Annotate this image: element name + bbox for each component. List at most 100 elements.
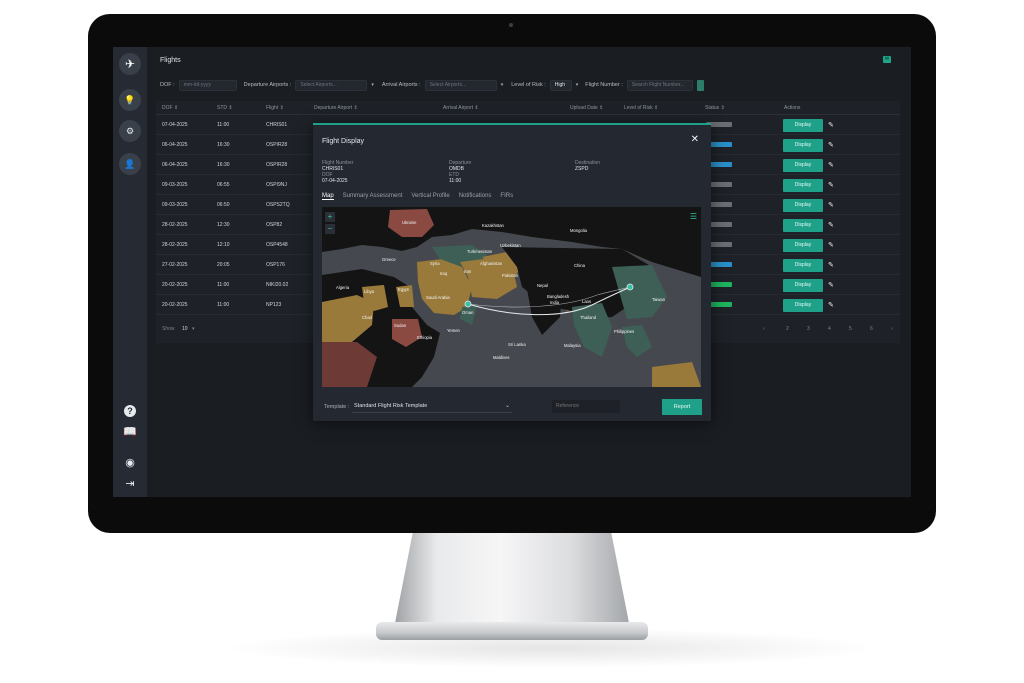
column-header[interactable]: Departure Airport ⇕ (314, 105, 358, 111)
route-map[interactable]: Ukraine Kazakhstan Mongolia Turkmenistan Uzb… (322, 207, 701, 387)
display-button[interactable]: Display (783, 159, 823, 172)
pagination-page[interactable]: 5 (849, 326, 852, 332)
flight-number-search-input[interactable]: Search Flight Number... (626, 79, 693, 91)
settings-icon[interactable]: ⚙ (119, 120, 141, 142)
pagination-prev[interactable]: ‹ (763, 326, 765, 332)
std-cell: 06:50 (217, 202, 230, 208)
template-value: Standard Flight Risk Template (354, 403, 428, 409)
risk-filter-select[interactable]: High (549, 79, 572, 91)
column-header[interactable]: Arrival Airport ⇕ (443, 105, 479, 111)
map-label-philippines: Philippines (614, 329, 634, 334)
display-button[interactable]: Display (783, 299, 823, 312)
column-header[interactable]: Status ⇕ (705, 105, 725, 111)
map-label-laos: Laos (582, 299, 591, 304)
pagination-next[interactable]: › (891, 326, 893, 332)
display-button[interactable]: Display (783, 119, 823, 132)
dof-filter-input[interactable]: mm-dd-yyyy (178, 79, 237, 91)
reference-input[interactable] (552, 400, 620, 413)
close-icon[interactable]: ✕ (691, 134, 699, 145)
edit-icon[interactable]: ✎ (828, 281, 834, 289)
edit-icon[interactable]: ✎ (828, 221, 834, 229)
zoom-out-button[interactable]: − (325, 224, 335, 234)
column-header[interactable]: DOF ⇕ (162, 105, 178, 111)
layers-icon[interactable]: ☰ (690, 212, 697, 221)
edit-icon[interactable]: ✎ (828, 121, 834, 129)
destination-marker[interactable] (626, 283, 634, 291)
chevron-down-icon[interactable]: ⌄ (505, 400, 510, 413)
column-header[interactable]: Level of Risk ⇕ (624, 105, 658, 111)
display-button[interactable]: Display (783, 239, 823, 252)
risk-filter-label: Level of Risk : (511, 82, 546, 88)
chevron-down-icon[interactable]: ▾ (371, 82, 374, 88)
display-button[interactable]: Display (783, 179, 823, 192)
map-label-libya: Libya (364, 289, 375, 294)
profile-icon[interactable]: ◉ (122, 454, 138, 470)
tab-notifications[interactable]: Notifications (459, 193, 492, 200)
std-cell: 06:55 (217, 182, 230, 188)
edit-icon[interactable]: ✎ (828, 201, 834, 209)
std-cell: 16:30 (217, 142, 230, 148)
pagination-page[interactable]: 6 (870, 326, 873, 332)
dof-filter-label: DOF : (160, 82, 175, 88)
column-header[interactable]: STD ⇕ (217, 105, 233, 111)
std-cell: 20:05 (217, 262, 230, 268)
table-header: DOF ⇕ STD ⇕ Flight ⇕ Departure Airport ⇕… (156, 101, 900, 115)
flight-cell: OSP4548 (266, 242, 288, 248)
edit-icon[interactable]: ✎ (828, 141, 834, 149)
departure-marker[interactable] (464, 300, 472, 308)
chevron-down-icon[interactable]: ▾ (501, 82, 504, 88)
report-button[interactable]: Report (662, 399, 702, 415)
dof-cell: 27-02-2025 (162, 262, 188, 268)
edit-icon[interactable]: ✎ (828, 301, 834, 309)
flight-cell: OSP82 (266, 222, 283, 228)
column-header[interactable]: Upload Date ⇕ (570, 105, 603, 111)
map-label-algeria: Algeria (336, 285, 350, 290)
display-button[interactable]: Display (783, 139, 823, 152)
search-button[interactable] (696, 79, 704, 91)
tab-map[interactable]: Map (322, 193, 334, 200)
departure-filter-select[interactable]: Select Airports... (295, 79, 368, 91)
dof-cell: 09-03-2025 (162, 202, 188, 208)
pagination-page[interactable]: 3 (807, 326, 810, 332)
edit-icon[interactable]: ✎ (828, 181, 834, 189)
notification-icon[interactable]: ✉ (883, 56, 891, 63)
edit-icon[interactable]: ✎ (828, 241, 834, 249)
webcam-dot (509, 23, 513, 27)
map-label-sri-lanka: Sri Lanka (508, 342, 526, 347)
display-button[interactable]: Display (783, 279, 823, 292)
flight-number-info: Flight Number CHRIS01 DOF 07-04-2025 (322, 160, 353, 184)
dof-cell: 28-02-2025 (162, 222, 188, 228)
help-icon[interactable]: ? (122, 403, 138, 419)
display-button[interactable]: Display (783, 259, 823, 272)
flight-cell: NP123 (266, 302, 282, 308)
sidebar: ✈ 💡 ⚙ 👤 ? 📖 ◉ ⇥ (113, 47, 147, 497)
std-cell: 12:30 (217, 222, 230, 228)
arrival-filter-select[interactable]: Select Airports... (424, 79, 497, 91)
chevron-down-icon[interactable]: ▾ (192, 326, 195, 332)
edit-icon[interactable]: ✎ (828, 261, 834, 269)
flight-cell: OSPIR28 (266, 142, 288, 148)
map-label-iran: Iran (464, 269, 472, 274)
template-select[interactable]: Standard Flight Risk Template ⌄ (352, 400, 512, 413)
zoom-in-button[interactable]: + (325, 212, 335, 222)
departure-filter-label: Departure Airports : (243, 82, 292, 88)
edit-icon[interactable]: ✎ (828, 161, 834, 169)
user-settings-icon[interactable]: 👤 (119, 153, 141, 175)
tab-firs[interactable]: FIRs (500, 193, 513, 200)
modal-title: Flight Display (322, 138, 365, 145)
pagination-page[interactable]: 4 (828, 326, 831, 332)
eagle-logo-icon[interactable]: ✈ (119, 53, 141, 75)
display-button[interactable]: Display (783, 199, 823, 212)
chevron-down-icon[interactable]: ▾ (576, 82, 579, 88)
dof-value: 07-04-2025 (322, 178, 348, 184)
display-button[interactable]: Display (783, 219, 823, 232)
logout-icon[interactable]: ⇥ (122, 475, 138, 491)
column-header[interactable]: Flight ⇕ (266, 105, 284, 111)
tab-vertical-profile[interactable]: Vertical Profile (411, 193, 449, 200)
monitor-stand-neck (394, 532, 630, 628)
manual-book-icon[interactable]: 📖 (122, 423, 138, 439)
lightbulb-icon[interactable]: 💡 (119, 89, 141, 111)
tab-summary-assessment[interactable]: Summary Assessment (343, 193, 403, 200)
pagination-page[interactable]: 2 (786, 326, 789, 332)
page-size-select[interactable]: 10 (182, 326, 188, 332)
